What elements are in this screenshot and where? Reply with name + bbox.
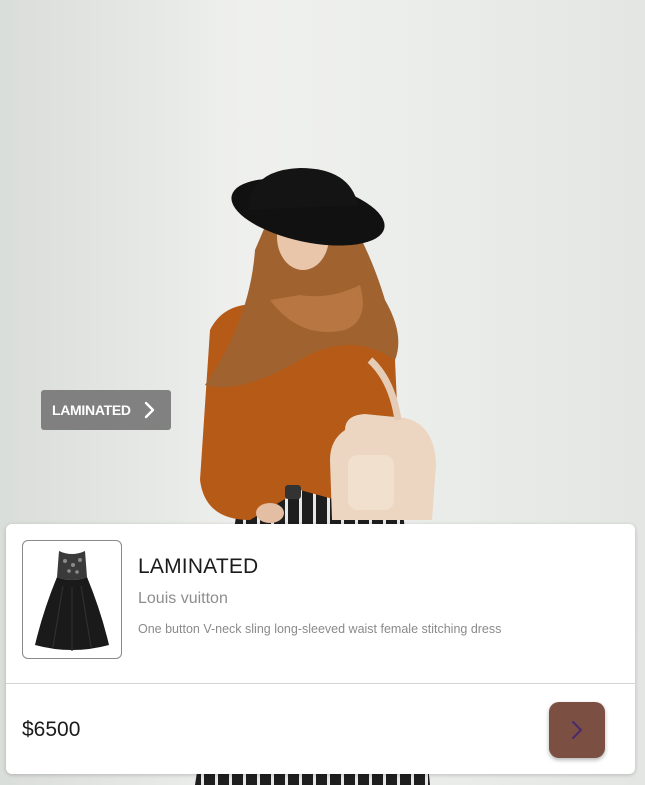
- product-title: LAMINATED: [138, 555, 259, 578]
- product-brand: Louis vuitton: [138, 590, 228, 607]
- card-divider: [6, 683, 635, 684]
- product-description: One button V-neck sling long-sleeved wai…: [138, 622, 502, 636]
- black-dress-icon: [35, 551, 109, 651]
- product-price: $6500: [22, 718, 81, 741]
- view-product-button[interactable]: [549, 702, 605, 758]
- product-card: LAMINATED Louis vuitton One button V-nec…: [6, 524, 635, 774]
- chevron-right-icon: [144, 401, 155, 419]
- product-thumbnail[interactable]: [22, 540, 122, 659]
- tag-chip-label: LAMINATED: [52, 402, 131, 418]
- product-info: LAMINATED Louis vuitton One button V-nec…: [6, 524, 635, 683]
- chevron-right-icon: [571, 720, 583, 740]
- tag-chip[interactable]: LAMINATED: [41, 390, 171, 430]
